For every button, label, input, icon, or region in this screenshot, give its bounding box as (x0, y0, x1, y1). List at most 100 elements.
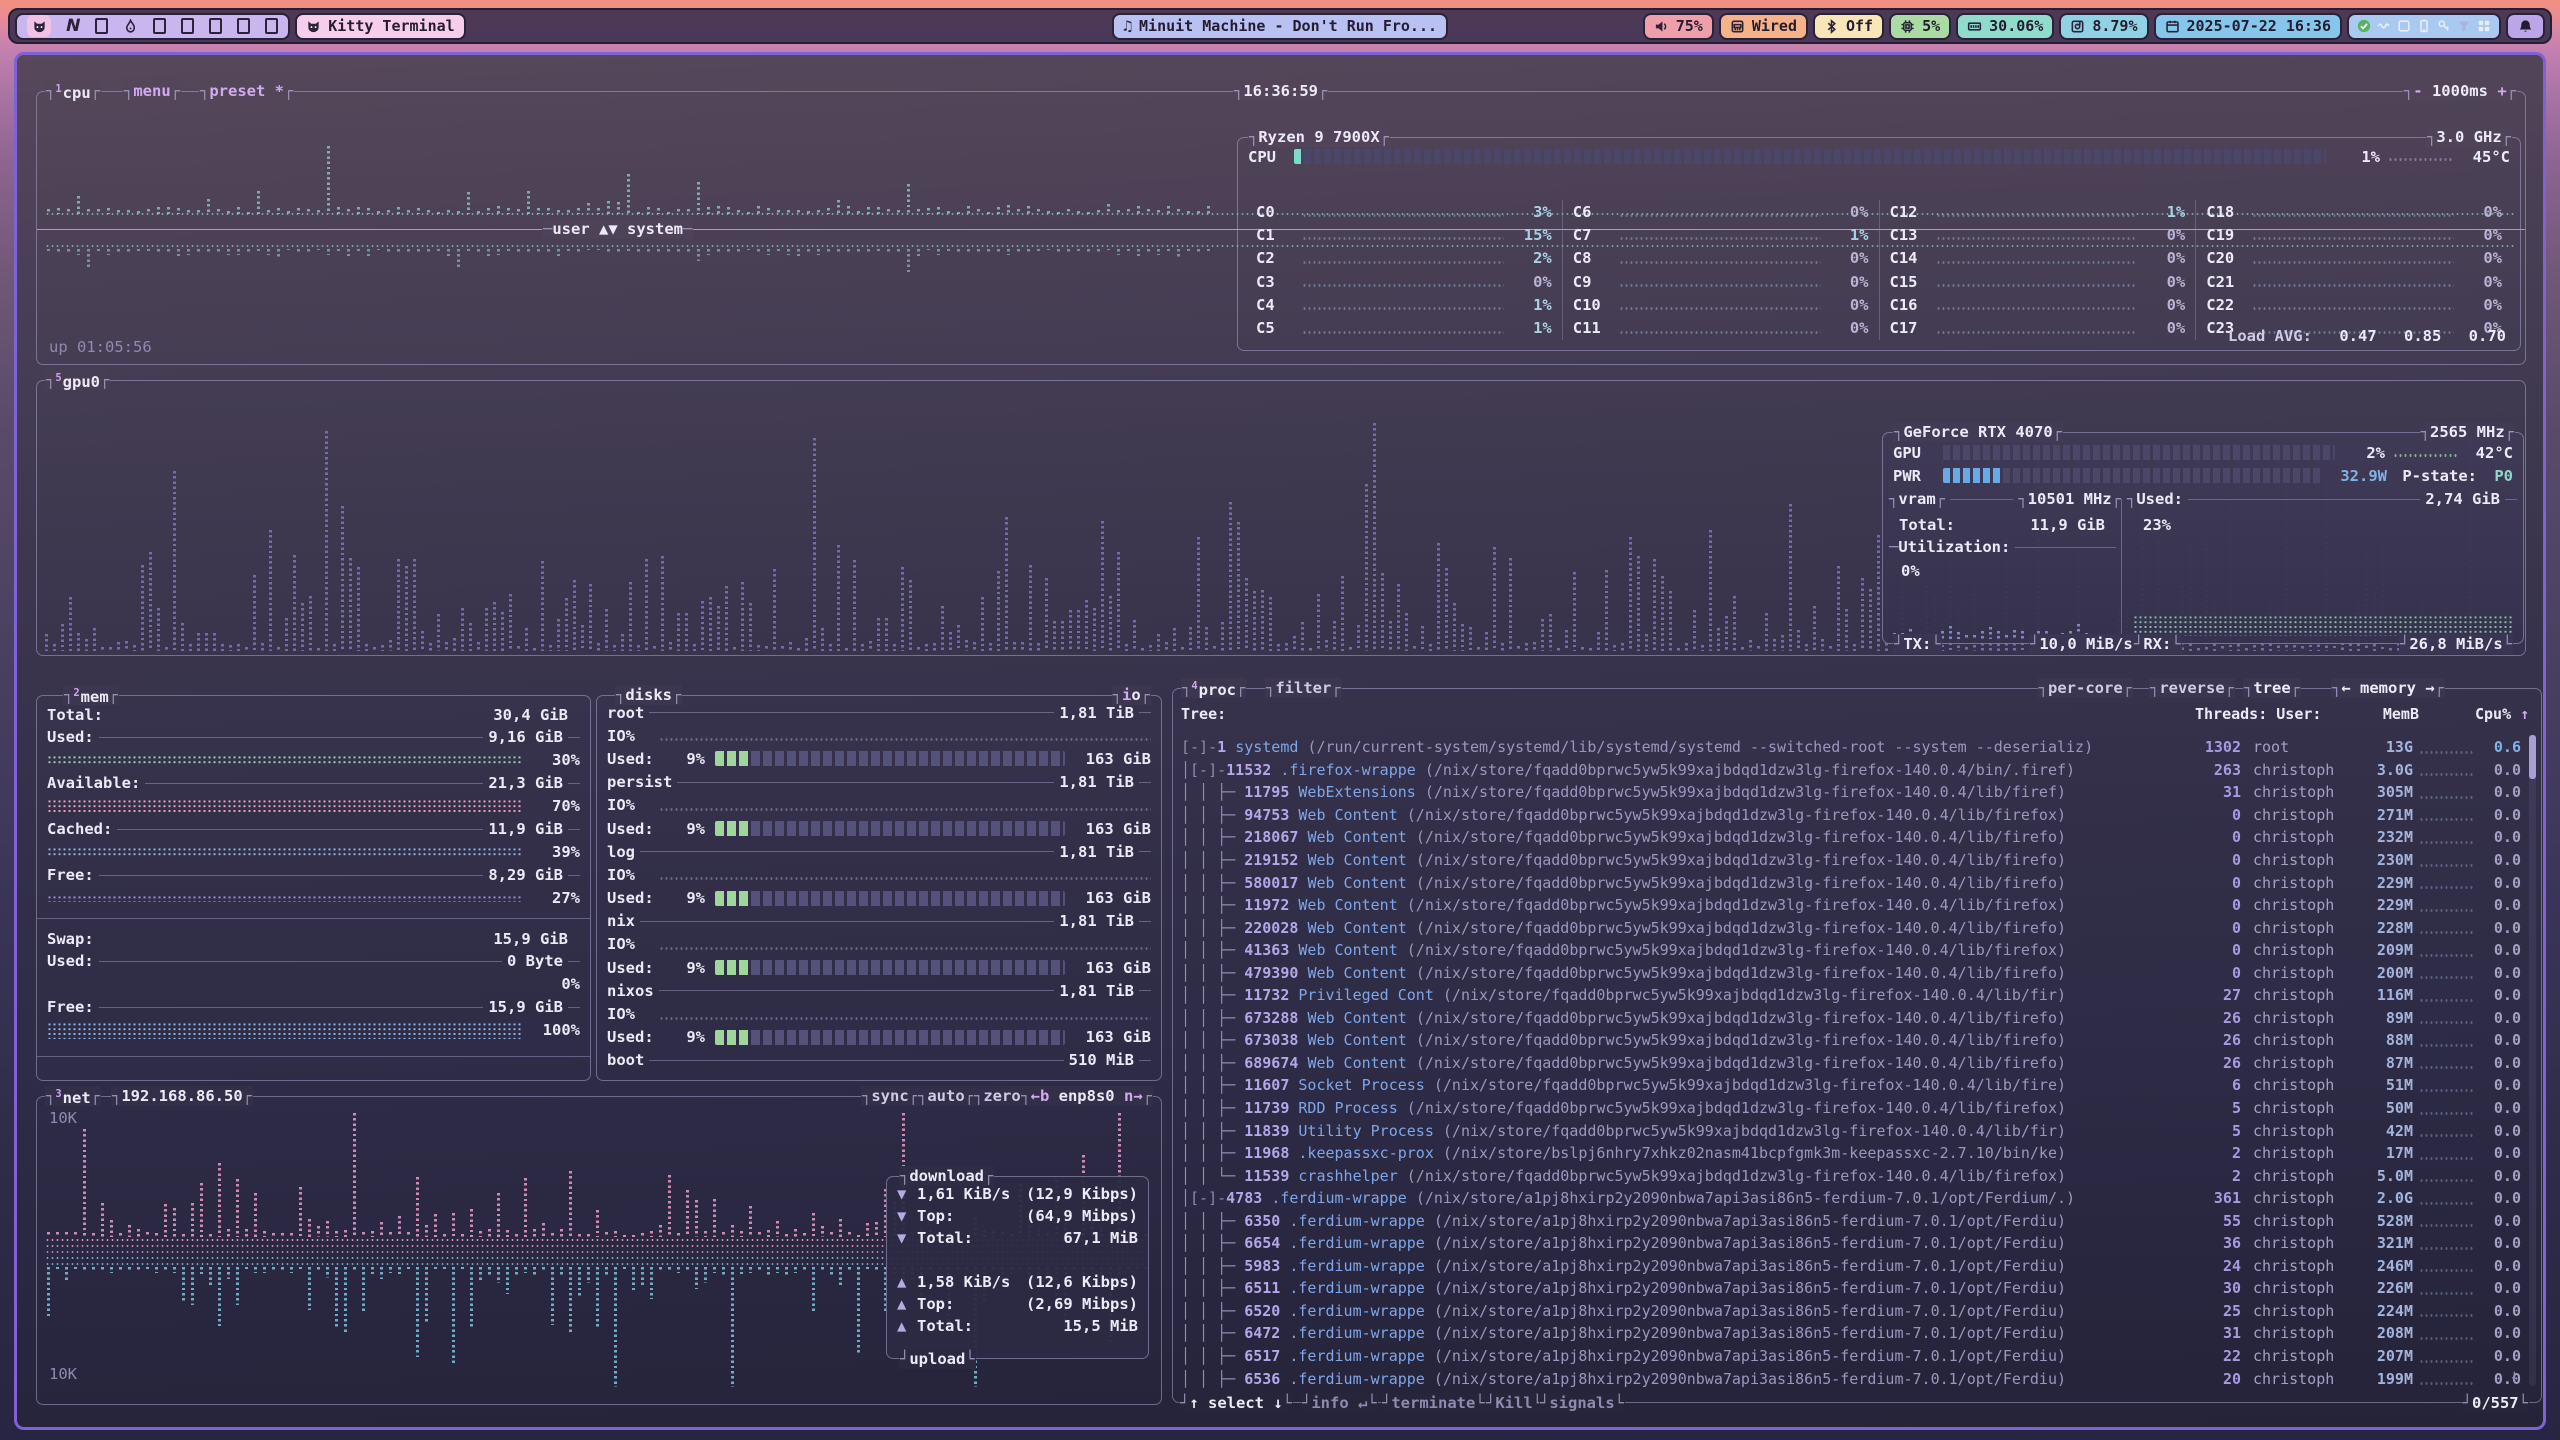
process-row-6472[interactable]: │ │ ├─ 6472 .ferdium-wrappe (/nix/store/… (1173, 1322, 2541, 1345)
process-row-6517[interactable]: │ │ ├─ 6517 .ferdium-wrappe (/nix/store/… (1173, 1345, 2541, 1368)
process-row-11732[interactable]: │ │ ├─ 11732 Privileged Cont (/nix/store… (1173, 984, 2541, 1007)
process-row-4783[interactable]: │[-]-4783 .ferdium-wrappe (/nix/store/a1… (1173, 1187, 2541, 1210)
key-icon[interactable] (2437, 19, 2451, 33)
wave-icon[interactable] (2377, 19, 2391, 33)
proc-scrollbar[interactable] (2529, 735, 2536, 1386)
disks-io-toggle[interactable]: ┐io┌ (1112, 685, 1151, 705)
process-row-673038[interactable]: │ │ ├─ 673038 Web Content (/nix/store/fq… (1173, 1029, 2541, 1052)
disk-nixos-io: IO% (597, 1002, 1161, 1025)
net-sync-toggle[interactable]: ┐sync┌ (861, 1086, 919, 1106)
mem-meter-available: 70% (37, 794, 590, 818)
cpu-graph-legend[interactable]: ─user ▲▼ system─ (542, 219, 693, 239)
process-row-11968[interactable]: │ │ ├─ 11968 .keepassxc-prox (/nix/store… (1173, 1142, 2541, 1165)
process-row-673288[interactable]: │ │ ├─ 673288 Web Content (/nix/store/fq… (1173, 1007, 2541, 1030)
gpu-rx-graph (2133, 615, 2513, 636)
tray-item-30-06-[interactable]: 30.06% (1956, 13, 2054, 40)
process-row-11972[interactable]: │ │ ├─ 11972 Web Content (/nix/store/fqa… (1173, 894, 2541, 917)
tray-item-off[interactable]: Off (1813, 13, 1884, 40)
process-row-479390[interactable]: │ │ ├─ 479390 Web Content (/nix/store/fq… (1173, 961, 2541, 984)
cpu-menu-button[interactable]: ┐menu┌ (123, 81, 181, 101)
core-c18: C18 0% (2204, 200, 2504, 223)
process-row-6536[interactable]: │ │ ├─ 6536 .ferdium-wrappe (/nix/store/… (1173, 1367, 2541, 1390)
gpu-util-value: 0% (1901, 562, 1920, 580)
scroll-down-arrow[interactable]: ↓ (2510, 1366, 2519, 1384)
process-row-11739[interactable]: │ │ ├─ 11739 RDD Process (/nix/store/fqa… (1173, 1097, 2541, 1120)
active-window-button[interactable]: Kitty Terminal (295, 13, 465, 40)
gpu-panel: ┐5gpu0┌ ┐GeForce RTX 4070┌ ┐2565 MHz┌ GP… (36, 380, 2526, 656)
process-row-220028[interactable]: │ │ ├─ 220028 Web Content (/nix/store/fq… (1173, 916, 2541, 939)
window-icon[interactable] (2397, 19, 2411, 33)
square-icon[interactable] (265, 18, 278, 34)
proc-terminate-button[interactable]: ┘terminate└ (1381, 1393, 1486, 1413)
disk-nix-io: IO% (597, 933, 1161, 956)
cpu-preset-button[interactable]: ┐preset *┌ (199, 81, 294, 101)
gpu-box-divider (2121, 499, 2122, 643)
bluetooth-icon (1824, 19, 1839, 34)
cpu-temp-value: 45°C (2452, 148, 2510, 166)
proc-percore-toggle[interactable]: ┐per-core┌ (2038, 678, 2133, 698)
proc-filter-button[interactable]: ┐filter┌ (1265, 678, 1342, 698)
core-c4: C4 1% (1254, 293, 1554, 316)
process-row-41363[interactable]: │ │ ├─ 41363 Web Content (/nix/store/fqa… (1173, 939, 2541, 962)
cat-icon[interactable] (27, 15, 51, 37)
gpu-panel-title: ┐5gpu0┌ (45, 370, 110, 390)
gpu-util-header: ─Utilization: (1889, 537, 2121, 557)
update-interval-control[interactable]: ┐- 1000ms +┌ (2403, 81, 2517, 101)
tray-item-5-[interactable]: 5% (1889, 13, 1951, 40)
proc-tree-toggle[interactable]: ┐tree┌ (2243, 678, 2301, 698)
funnel-icon[interactable] (2457, 19, 2471, 33)
process-row-5983[interactable]: │ │ ├─ 5983 .ferdium-wrappe (/nix/store/… (1173, 1255, 2541, 1278)
tray-item-75-[interactable]: 75% (1643, 13, 1714, 40)
square-icon[interactable] (181, 18, 194, 34)
flame-icon[interactable] (123, 19, 138, 34)
process-row-11839[interactable]: │ │ ├─ 11839 Utility Process (/nix/store… (1173, 1119, 2541, 1142)
process-row-580017[interactable]: │ │ ├─ 580017 Web Content (/nix/store/fq… (1173, 871, 2541, 894)
check-icon[interactable] (2357, 19, 2371, 33)
download-label: ┐download┌ (899, 1166, 994, 1186)
tray-item-2025-07-22-16-36[interactable]: 2025-07-22 16:36 (2154, 13, 2343, 40)
proc-select-hint[interactable]: ┘↑ select ↓└ (1179, 1393, 1293, 1413)
core-c11: C11 0% (1571, 316, 1871, 339)
proc-sort-switcher[interactable]: ┐← memory →┌ (2331, 678, 2445, 698)
disk-nixos: nixos 1,81 TiB (597, 979, 1161, 1002)
workspace-switcher[interactable]: N (15, 13, 290, 40)
proc-reverse-toggle[interactable]: ┐reverse┌ (2149, 678, 2235, 698)
square-icon[interactable] (153, 18, 166, 34)
process-row-11539[interactable]: │ │ └─ 11539 crashhelper (/nix/store/fqa… (1173, 1164, 2541, 1187)
process-row-6520[interactable]: │ │ ├─ 6520 .ferdium-wrappe (/nix/store/… (1173, 1300, 2541, 1323)
tray-item-wired[interactable]: Wired (1719, 13, 1808, 40)
process-row-94753[interactable]: │ │ ├─ 94753 Web Content (/nix/store/fqa… (1173, 804, 2541, 827)
proc-header-row: Tree: Threads: User: MemB Cpu% ↑ (1173, 703, 2541, 726)
process-row-11532[interactable]: │[-]-11532 .firefox-wrappe (/nix/store/f… (1173, 759, 2541, 782)
core-c1: C1 15% (1254, 223, 1554, 246)
net-auto-toggle[interactable]: ┐auto┌ (917, 1086, 975, 1106)
process-row-11795[interactable]: │ │ ├─ 11795 WebExtensions (/nix/store/f… (1173, 781, 2541, 804)
process-row-689674[interactable]: │ │ ├─ 689674 Web Content (/nix/store/fq… (1173, 1052, 2541, 1075)
square-icon[interactable] (237, 18, 250, 34)
proc-scrollbar-thumb[interactable] (2529, 735, 2536, 779)
square-icon[interactable] (95, 18, 108, 34)
proc-info-button[interactable]: ┘info ↵└ (1301, 1393, 1378, 1413)
process-row-1[interactable]: [-]-1 systemd (/run/current-system/syste… (1173, 736, 2541, 759)
process-row-11607[interactable]: │ │ ├─ 11607 Socket Process (/nix/store/… (1173, 1074, 2541, 1097)
nix-icon[interactable]: N (66, 16, 80, 36)
proc-signals-button[interactable]: ┘signals└ (1539, 1393, 1625, 1413)
process-row-6350[interactable]: │ │ ├─ 6350 .ferdium-wrappe (/nix/store/… (1173, 1209, 2541, 1232)
gpu-pstate-value: P0 (2477, 467, 2513, 485)
music-widget[interactable]: ♫ Minuit Machine - Don't Run Fro... (1112, 13, 1448, 40)
tray-item-8-79-[interactable]: 8.79% (2059, 13, 2148, 40)
cpu-usage-value: 1% (2326, 148, 2380, 166)
process-row-219152[interactable]: │ │ ├─ 219152 Web Content (/nix/store/fq… (1173, 849, 2541, 872)
proc-kill-button[interactable]: ┘Kill└ (1485, 1393, 1543, 1413)
load-average: Load AVG: 0.47 0.85 0.70 (2228, 327, 2506, 345)
phone-icon[interactable] (2417, 19, 2431, 33)
square-icon[interactable] (209, 18, 222, 34)
grid-icon[interactable] (2477, 19, 2491, 33)
process-row-6511[interactable]: │ │ ├─ 6511 .ferdium-wrappe (/nix/store/… (1173, 1277, 2541, 1300)
system-tray[interactable] (2347, 13, 2501, 40)
process-row-218067[interactable]: │ │ ├─ 218067 Web Content (/nix/store/fq… (1173, 826, 2541, 849)
down-arrow-icon: ▼ (897, 1185, 917, 1203)
notifications-button[interactable] (2506, 13, 2545, 40)
process-row-6654[interactable]: │ │ ├─ 6654 .ferdium-wrappe (/nix/store/… (1173, 1232, 2541, 1255)
net-interface-switcher[interactable]: ┐←b enp8s0 n→┌ (1020, 1086, 1153, 1106)
